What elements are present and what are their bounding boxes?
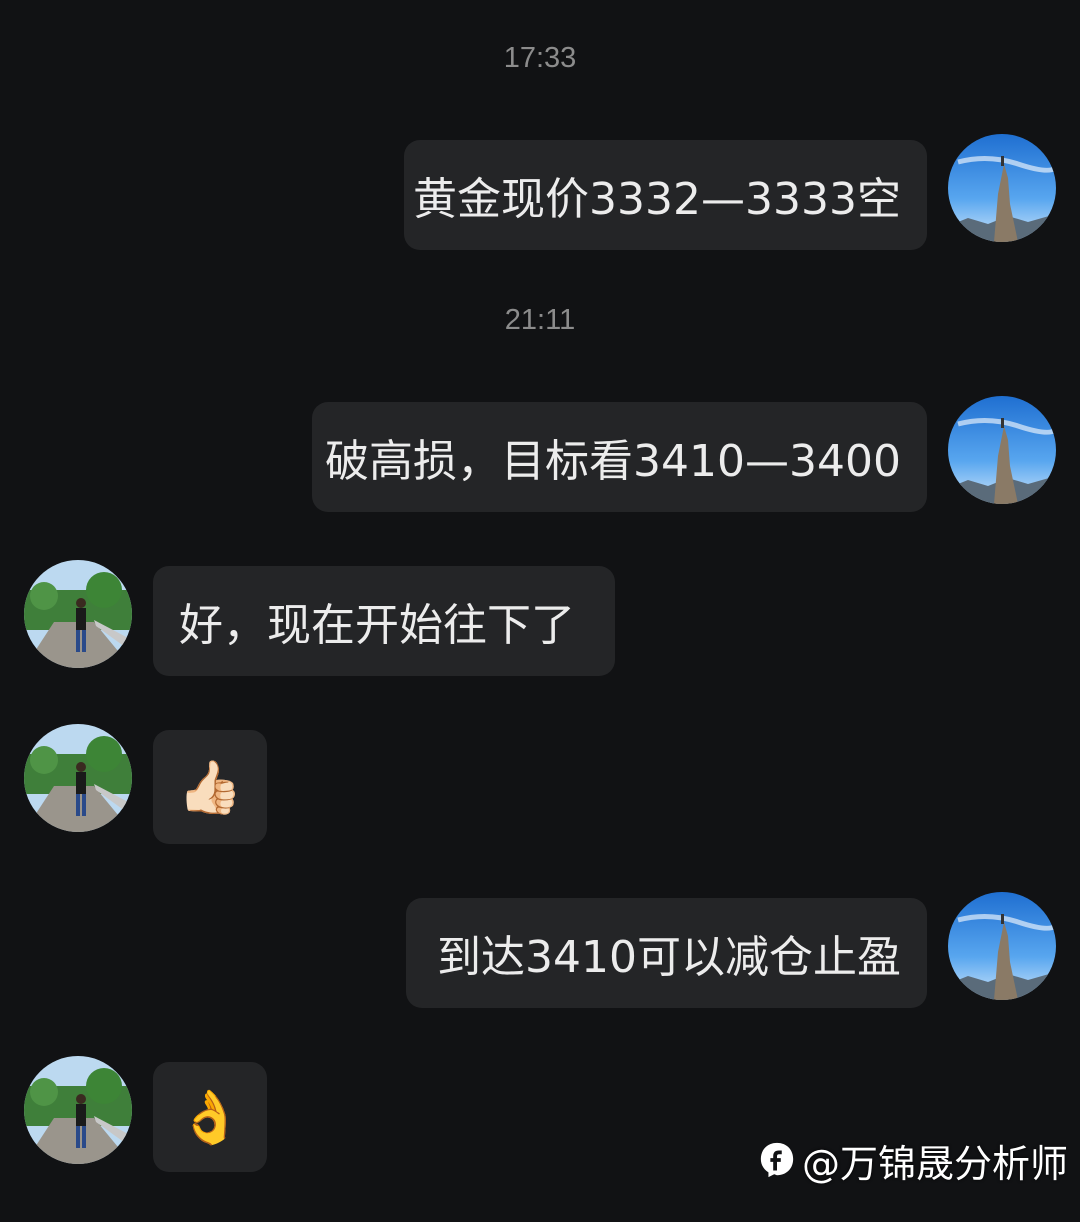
- self-avatar[interactable]: [948, 892, 1056, 1000]
- contact-avatar[interactable]: [24, 1056, 132, 1164]
- message-bubble-incoming-thumbs-up[interactable]: 👍🏻: [153, 730, 267, 844]
- message-bubble-incoming[interactable]: 好，现在开始往下了: [153, 566, 615, 676]
- self-avatar[interactable]: [948, 134, 1056, 242]
- watermark: @万锦晟分析师: [758, 1134, 1068, 1186]
- baidu-feed-logo-icon: [760, 1142, 794, 1178]
- message-bubble-incoming-ok-hand[interactable]: 👌: [153, 1062, 267, 1172]
- timestamp-1733: 17:33: [503, 42, 577, 74]
- message-bubble-outgoing[interactable]: 黄金现价3332—3333空: [404, 140, 927, 250]
- watermark-text: @万锦晟分析师: [801, 1141, 1068, 1186]
- contact-avatar[interactable]: [24, 724, 132, 832]
- self-avatar[interactable]: [948, 396, 1056, 504]
- message-bubble-outgoing[interactable]: 破高损，目标看3410—3400: [312, 402, 927, 512]
- message-bubble-outgoing[interactable]: 到达3410可以减仓止盈: [406, 898, 927, 1008]
- timestamp-2111: 21:11: [504, 304, 576, 336]
- contact-avatar[interactable]: [24, 560, 132, 668]
